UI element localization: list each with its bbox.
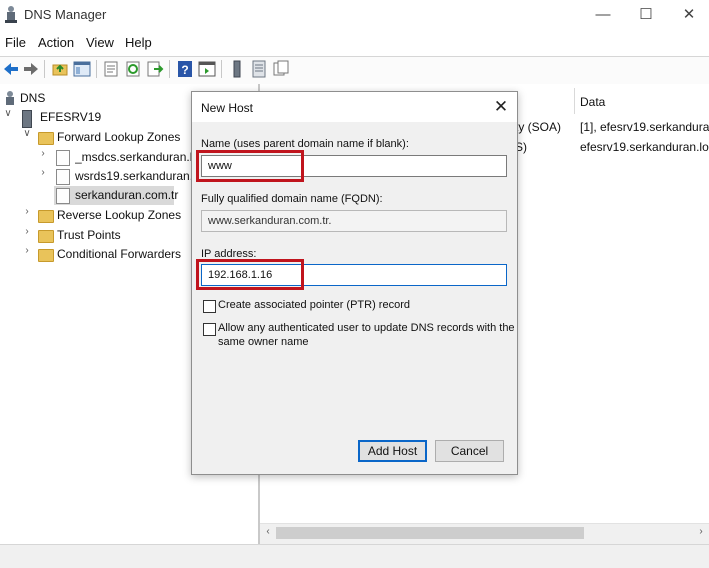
chevron-down-icon[interactable]: ∨ xyxy=(3,108,13,127)
tree-item-zone[interactable]: wsrds19.serkanduran.lo xyxy=(75,167,193,186)
allow-update-checkbox[interactable] xyxy=(203,323,216,336)
menu-help[interactable]: Help xyxy=(125,35,152,50)
allow-update-label-line2[interactable]: same owner name xyxy=(218,336,309,348)
fqdn-field: www.serkanduran.com.tr. xyxy=(201,210,507,232)
ptr-checkbox[interactable] xyxy=(203,300,216,313)
records-icon[interactable] xyxy=(272,60,290,78)
tree-item-forward-lookup-zones[interactable]: Forward Lookup Zones xyxy=(57,128,180,147)
ip-highlight-box xyxy=(196,259,304,290)
folder-icon xyxy=(38,249,54,262)
allow-update-label-line1[interactable]: Allow any authenticated user to update D… xyxy=(218,322,515,334)
scroll-right-icon[interactable]: › xyxy=(695,526,707,540)
list-icon[interactable] xyxy=(250,60,268,78)
server-icon xyxy=(22,110,32,128)
add-host-button[interactable]: Add Host xyxy=(358,440,427,462)
scroll-left-icon[interactable]: ‹ xyxy=(262,526,274,540)
list-cell-data: [1], efesrv19.serkanduran.loc xyxy=(580,120,709,134)
zone-file-icon xyxy=(56,188,70,204)
tree-item-server[interactable]: EFESRV19 xyxy=(40,108,101,127)
back-arrow-icon[interactable] xyxy=(2,60,20,78)
action-pane-icon[interactable] xyxy=(198,60,216,78)
dialog-title: New Host xyxy=(201,101,254,115)
zone-file-icon xyxy=(56,169,70,185)
menu-file[interactable]: File xyxy=(5,35,26,50)
help-icon[interactable]: ? xyxy=(176,60,194,78)
toolbar-separator xyxy=(169,60,170,78)
maximize-button[interactable]: ☐ xyxy=(626,4,666,26)
folder-icon xyxy=(38,210,54,223)
ptr-label[interactable]: Create associated pointer (PTR) record xyxy=(218,299,410,311)
close-button[interactable]: ✕ xyxy=(669,4,709,26)
server-icon[interactable] xyxy=(228,60,246,78)
minimize-button[interactable]: — xyxy=(583,4,623,26)
toolbar-separator xyxy=(44,60,45,78)
dns-root-icon xyxy=(6,91,14,105)
scrollbar-thumb[interactable] xyxy=(276,527,584,539)
tree-item-conditional-forwarders[interactable]: Conditional Forwarders xyxy=(57,245,181,264)
cancel-button[interactable]: Cancel xyxy=(435,440,504,462)
toolbar-separator xyxy=(96,60,97,78)
svg-text:?: ? xyxy=(181,63,188,77)
properties-icon[interactable] xyxy=(102,60,120,78)
dialog-close-button[interactable]: ✕ xyxy=(490,96,512,118)
tree-item-reverse-lookup-zones[interactable]: Reverse Lookup Zones xyxy=(57,206,181,225)
status-bar xyxy=(0,544,709,568)
name-highlight-box xyxy=(196,150,304,182)
tree-item-trust-points[interactable]: Trust Points xyxy=(57,226,121,245)
chevron-right-icon[interactable]: › xyxy=(22,206,32,225)
column-separator[interactable] xyxy=(574,88,575,114)
menu-view[interactable]: View xyxy=(86,35,114,50)
chevron-right-icon[interactable]: › xyxy=(38,148,48,167)
toolbar-separator xyxy=(221,60,222,78)
export-list-icon[interactable] xyxy=(146,60,164,78)
folder-icon xyxy=(38,132,54,145)
chevron-down-icon[interactable]: ∨ xyxy=(22,128,32,147)
tree-item-zone-selected[interactable]: serkanduran.com.tr xyxy=(75,186,178,205)
chevron-right-icon[interactable]: › xyxy=(22,245,32,264)
zone-file-icon xyxy=(56,150,70,166)
tree-item-zone[interactable]: _msdcs.serkanduran.lo xyxy=(75,148,193,167)
column-header-data[interactable]: Data xyxy=(580,95,605,109)
forward-arrow-icon[interactable] xyxy=(22,60,40,78)
chevron-right-icon[interactable]: › xyxy=(22,226,32,245)
menu-action[interactable]: Action xyxy=(38,35,74,50)
name-label: Name (uses parent domain name if blank): xyxy=(201,138,409,150)
tree-item-dns[interactable]: DNS xyxy=(20,89,45,108)
show-hide-console-tree-icon[interactable] xyxy=(73,60,91,78)
chevron-right-icon[interactable]: › xyxy=(38,167,48,186)
window-title: DNS Manager xyxy=(24,7,107,22)
refresh-icon[interactable] xyxy=(124,60,142,78)
list-cell-data: efesrv19.serkanduran.loca xyxy=(580,140,709,154)
list-cell-type: ty (SOA) xyxy=(515,120,562,134)
dns-manager-icon xyxy=(5,6,17,23)
folder-icon xyxy=(38,230,54,243)
fqdn-label: Fully qualified domain name (FQDN): xyxy=(201,193,383,205)
up-folder-icon[interactable] xyxy=(51,60,69,78)
